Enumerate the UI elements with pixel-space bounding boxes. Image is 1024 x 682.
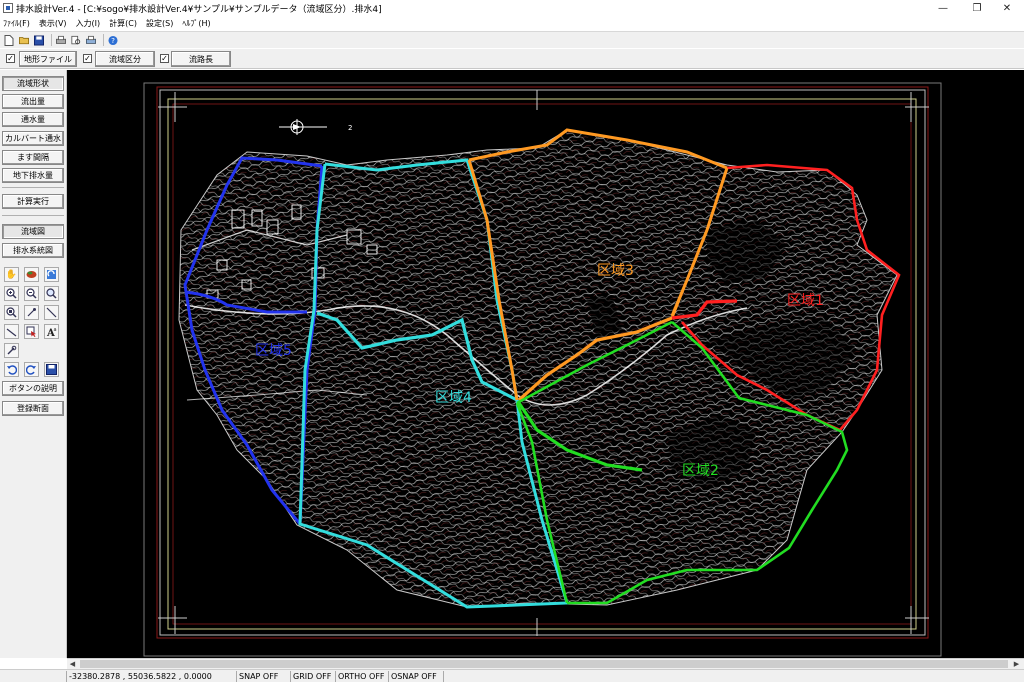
terrain-file-button[interactable]: 地形ファイル	[19, 51, 77, 67]
maximize-button[interactable]: ❐	[960, 0, 994, 16]
north-arrow	[279, 119, 327, 135]
scroll-thumb[interactable]	[80, 660, 1008, 668]
maximize-icon: ❐	[972, 2, 982, 14]
redo-icon[interactable]	[24, 362, 39, 377]
register-section-button[interactable]: 登録断面	[2, 401, 64, 416]
line-tool-icon[interactable]	[44, 305, 59, 320]
menu-help[interactable]: ﾍﾙﾌﾟ(H)	[182, 18, 210, 29]
help-icon[interactable]: ?	[107, 34, 119, 46]
north-arrow-label: 2	[348, 124, 352, 132]
app-icon	[3, 3, 13, 13]
flow-capacity-button[interactable]: 通水量	[2, 112, 64, 127]
minimize-icon: —	[938, 2, 948, 14]
layer-color-icon[interactable]	[24, 267, 39, 282]
basin-division-button[interactable]: 流域区分	[95, 51, 155, 67]
toolbar-separator	[103, 34, 104, 46]
print-preview-icon[interactable]	[70, 34, 82, 46]
zoom-out-icon[interactable]	[24, 286, 39, 301]
zoom-all-icon[interactable]	[4, 305, 19, 320]
snap-status[interactable]: SNAP OFF	[236, 671, 290, 682]
button-help-button[interactable]: ボタンの説明	[2, 381, 64, 396]
measure-icon[interactable]	[24, 305, 39, 320]
save-icon[interactable]	[33, 34, 45, 46]
runoff-button[interactable]: 流出量	[2, 94, 64, 109]
svg-text:a: a	[54, 327, 57, 333]
osnap-status[interactable]: OSNAP OFF	[388, 671, 444, 682]
printer-setup-icon[interactable]	[85, 34, 97, 46]
menu-file[interactable]: ﾌｧｲﾙ(F)	[3, 18, 30, 29]
status-bar: -32380.2878 , 55036.5822 , 0.0000 SNAP O…	[0, 669, 1024, 682]
zone-4-label: 区域4	[435, 390, 472, 406]
basin-map: 2 区域1 区域2 区域3 区域4 区域5	[143, 82, 942, 657]
zoom-window-icon[interactable]	[44, 286, 59, 301]
zone-1-label: 区域1	[787, 293, 824, 309]
menu-view[interactable]: 表示(V)	[39, 18, 67, 29]
close-icon: ✕	[1002, 2, 1012, 14]
basin-spacing-button[interactable]: ます間隔	[2, 150, 64, 165]
zone-3-label: 区域3	[597, 263, 634, 279]
left-panel: 流域形状 流出量 通水量 カルバート通水 ます間隔 地下排水量 計算実行 流域図…	[0, 70, 67, 658]
redraw-icon[interactable]	[44, 267, 59, 282]
calculate-button[interactable]: 計算実行	[2, 194, 64, 209]
scroll-left-icon[interactable]: ◀	[67, 659, 78, 669]
culvert-flow-button[interactable]: カルバート通水	[2, 131, 64, 146]
text-tool-icon[interactable]: Aa	[44, 324, 59, 339]
basin-shape-button[interactable]: 流域形状	[2, 76, 64, 91]
flow-length-button[interactable]: 流路長	[171, 51, 231, 67]
ortho-status[interactable]: ORTHO OFF	[335, 671, 388, 682]
svg-text:?: ?	[111, 36, 115, 45]
polyline-tool-icon[interactable]	[4, 324, 19, 339]
select-tool-icon[interactable]	[24, 324, 39, 339]
pick-tool-icon[interactable]	[4, 343, 19, 358]
pan-hand-icon[interactable]: ✋	[4, 267, 19, 282]
panel-divider	[2, 187, 64, 188]
window-title: 排水設計Ver.4 - [C:¥sogo¥排水設計Ver.4¥サンプル¥サンプル…	[16, 4, 382, 15]
close-button[interactable]: ✕	[990, 0, 1024, 16]
zone-5-label: 区域5	[255, 343, 292, 359]
coordinate-readout: -32380.2878 , 55036.5822 , 0.0000	[66, 671, 236, 682]
grid-status[interactable]: GRID OFF	[290, 671, 335, 682]
save-drawing-icon[interactable]	[44, 362, 59, 377]
menu-bar: ﾌｧｲﾙ(F) 表示(V) 入力(I) 計算(C) 設定(S) ﾍﾙﾌﾟ(H)	[0, 16, 1024, 30]
minimize-button[interactable]: —	[926, 0, 960, 16]
menu-settings[interactable]: 設定(S)	[146, 18, 173, 29]
menu-calc[interactable]: 計算(C)	[109, 18, 137, 29]
drawing-canvas[interactable]: 2 区域1 区域2 区域3 区域4 区域5	[67, 70, 1024, 658]
open-folder-icon[interactable]	[18, 34, 30, 46]
underground-drain-button[interactable]: 地下排水量	[2, 168, 64, 183]
terrain-checkbox[interactable]: ✓	[6, 54, 15, 63]
new-file-icon[interactable]	[3, 34, 15, 46]
menu-input[interactable]: 入力(I)	[76, 18, 101, 29]
toolbar: ?	[0, 31, 1024, 48]
horizontal-scrollbar[interactable]: ◀ ▶	[67, 658, 1024, 669]
undo-icon[interactable]	[4, 362, 19, 377]
layer-bar: ✓ 地形ファイル ✓ 流域区分 ✓ 流路長	[0, 49, 1024, 69]
basin-map-button[interactable]: 流域図	[2, 224, 64, 239]
print-icon[interactable]	[55, 34, 67, 46]
scroll-right-icon[interactable]: ▶	[1011, 659, 1022, 669]
zone-2-label: 区域2	[682, 463, 719, 479]
terrain-contours	[178, 129, 898, 608]
panel-divider	[2, 215, 64, 216]
flowlength-checkbox[interactable]: ✓	[160, 54, 169, 63]
toolbar-separator	[51, 34, 52, 46]
basin-checkbox[interactable]: ✓	[83, 54, 92, 63]
title-bar: 排水設計Ver.4 - [C:¥sogo¥排水設計Ver.4¥サンプル¥サンプル…	[0, 0, 1024, 16]
zoom-in-icon[interactable]	[4, 286, 19, 301]
drainage-map-button[interactable]: 排水系統図	[2, 243, 64, 258]
